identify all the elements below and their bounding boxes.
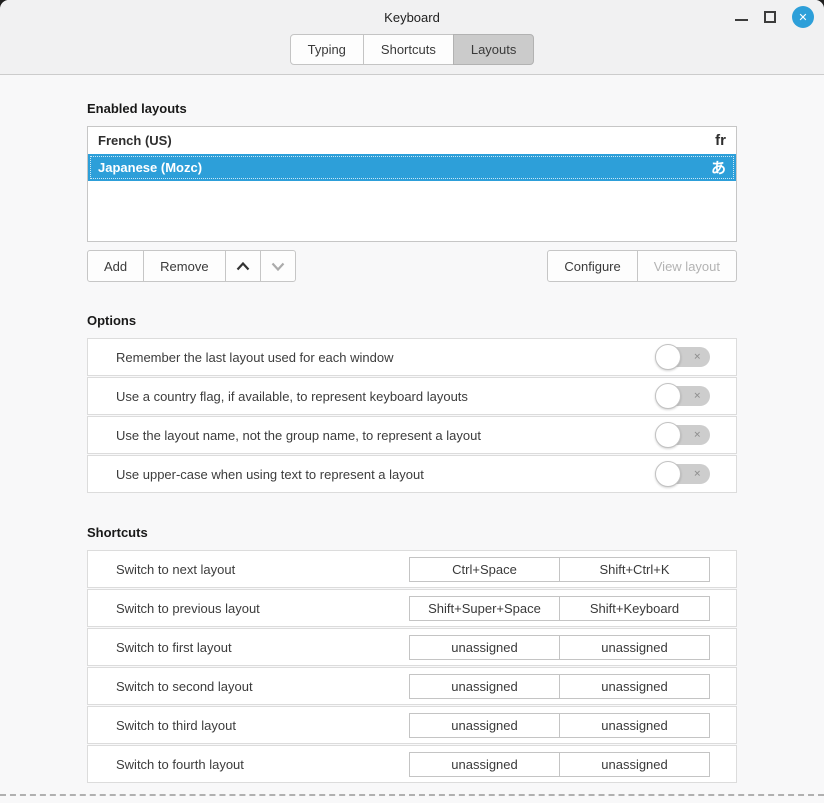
keybinding-button[interactable]: Shift+Keyboard [559,596,710,621]
layout-row-japanese[interactable]: Japanese (Mozc) あ [88,154,736,181]
shortcut-label: Switch to next layout [116,562,235,577]
enabled-layouts-list: French (US) fr Japanese (Mozc) あ [87,126,737,242]
shortcut-label: Switch to fourth layout [116,757,244,772]
remove-layout-button[interactable]: Remove [143,250,225,282]
shortcut-row-fourth-layout: Switch to fourth layout unassigned unass… [87,745,737,783]
switch-knob [655,461,681,487]
toggle-switch-off[interactable]: ✕ [657,425,710,445]
shortcut-bindings: unassigned unassigned [409,713,710,738]
layout-name: Japanese (Mozc) [98,160,202,175]
window-title: Keyboard [384,10,440,25]
option-label: Remember the last layout used for each w… [116,350,393,365]
toggle-switch-off[interactable]: ✕ [657,464,710,484]
layouts-page: Enabled layouts French (US) fr Japanese … [0,101,824,783]
chevron-up-icon [236,262,250,271]
shortcut-bindings: unassigned unassigned [409,674,710,699]
option-label: Use upper-case when using text to repres… [116,467,424,482]
keybinding-button[interactable]: unassigned [409,674,560,699]
keybinding-button[interactable]: unassigned [559,752,710,777]
shortcut-row-next-layout: Switch to next layout Ctrl+Space Shift+C… [87,550,737,588]
switch-off-x-icon: ✕ [693,391,701,402]
shortcut-row-second-layout: Switch to second layout unassigned unass… [87,667,737,705]
keybinding-button[interactable]: unassigned [559,674,710,699]
window-controls: ✕ [735,0,814,34]
layout-indicator-glyph: fr [715,132,726,149]
titlebar: Keyboard ✕ [0,0,824,34]
toggle-switch-off[interactable]: ✕ [657,347,710,367]
options-list: Remember the last layout used for each w… [87,338,737,493]
option-label: Use a country flag, if available, to rep… [116,389,468,404]
keybinding-button[interactable]: unassigned [559,713,710,738]
add-layout-button[interactable]: Add [87,250,144,282]
keybinding-button[interactable]: unassigned [409,752,560,777]
shortcut-bindings: unassigned unassigned [409,635,710,660]
tab-shortcuts[interactable]: Shortcuts [363,34,454,65]
option-row-upper-case: Use upper-case when using text to repres… [87,455,737,493]
switch-off-x-icon: ✕ [693,352,701,363]
layout-config-buttons: Configure View layout [547,250,737,282]
shortcut-label: Switch to first layout [116,640,232,655]
keybinding-button[interactable]: Shift+Super+Space [409,596,560,621]
layout-row-french[interactable]: French (US) fr [88,127,736,154]
keybinding-button[interactable]: unassigned [409,713,560,738]
shortcut-bindings: Ctrl+Space Shift+Ctrl+K [409,557,710,582]
layout-indicator-glyph: あ [711,157,726,178]
view-layout-button[interactable]: View layout [637,250,737,282]
option-label: Use the layout name, not the group name,… [116,428,481,443]
shortcut-row-third-layout: Switch to third layout unassigned unassi… [87,706,737,744]
switch-off-x-icon: ✕ [693,469,701,480]
shortcut-label: Switch to previous layout [116,601,260,616]
scroll-undershoot-indicator [0,794,824,796]
tab-layouts[interactable]: Layouts [453,34,535,65]
keybinding-button[interactable]: Ctrl+Space [409,557,560,582]
window-header: Keyboard ✕ Typing Shortcuts Layouts [0,0,824,75]
configure-button[interactable]: Configure [547,250,637,282]
switch-knob [655,344,681,370]
minimize-icon[interactable] [735,12,748,23]
layout-edit-buttons: Add Remove [87,250,296,282]
option-row-layout-name: Use the layout name, not the group name,… [87,416,737,454]
switch-knob [655,383,681,409]
shortcuts-heading: Shortcuts [87,525,737,540]
shortcut-bindings: unassigned unassigned [409,752,710,777]
shortcut-row-previous-layout: Switch to previous layout Shift+Super+Sp… [87,589,737,627]
keybinding-button[interactable]: unassigned [409,635,560,660]
enabled-layouts-heading: Enabled layouts [87,101,737,116]
move-up-button[interactable] [225,250,261,282]
shortcut-row-first-layout: Switch to first layout unassigned unassi… [87,628,737,666]
move-down-button[interactable] [260,250,296,282]
layout-name: French (US) [98,133,172,148]
tab-strip: Typing Shortcuts Layouts [0,34,824,65]
close-icon[interactable]: ✕ [792,6,814,28]
tab-typing[interactable]: Typing [290,34,364,65]
maximize-icon[interactable] [764,11,776,23]
shortcut-label: Switch to third layout [116,718,236,733]
layout-list-actions: Add Remove Configure View layout [87,250,737,282]
option-row-country-flag: Use a country flag, if available, to rep… [87,377,737,415]
keybinding-button[interactable]: Shift+Ctrl+K [559,557,710,582]
shortcut-bindings: Shift+Super+Space Shift+Keyboard [409,596,710,621]
keybinding-button[interactable]: unassigned [559,635,710,660]
option-row-remember-layout: Remember the last layout used for each w… [87,338,737,376]
keyboard-settings-window: Keyboard ✕ Typing Shortcuts Layouts Enab… [0,0,824,803]
switch-knob [655,422,681,448]
options-heading: Options [87,313,737,328]
chevron-down-icon [271,262,285,271]
switch-off-x-icon: ✕ [693,430,701,441]
toggle-switch-off[interactable]: ✕ [657,386,710,406]
shortcuts-list: Switch to next layout Ctrl+Space Shift+C… [87,550,737,783]
shortcut-label: Switch to second layout [116,679,253,694]
